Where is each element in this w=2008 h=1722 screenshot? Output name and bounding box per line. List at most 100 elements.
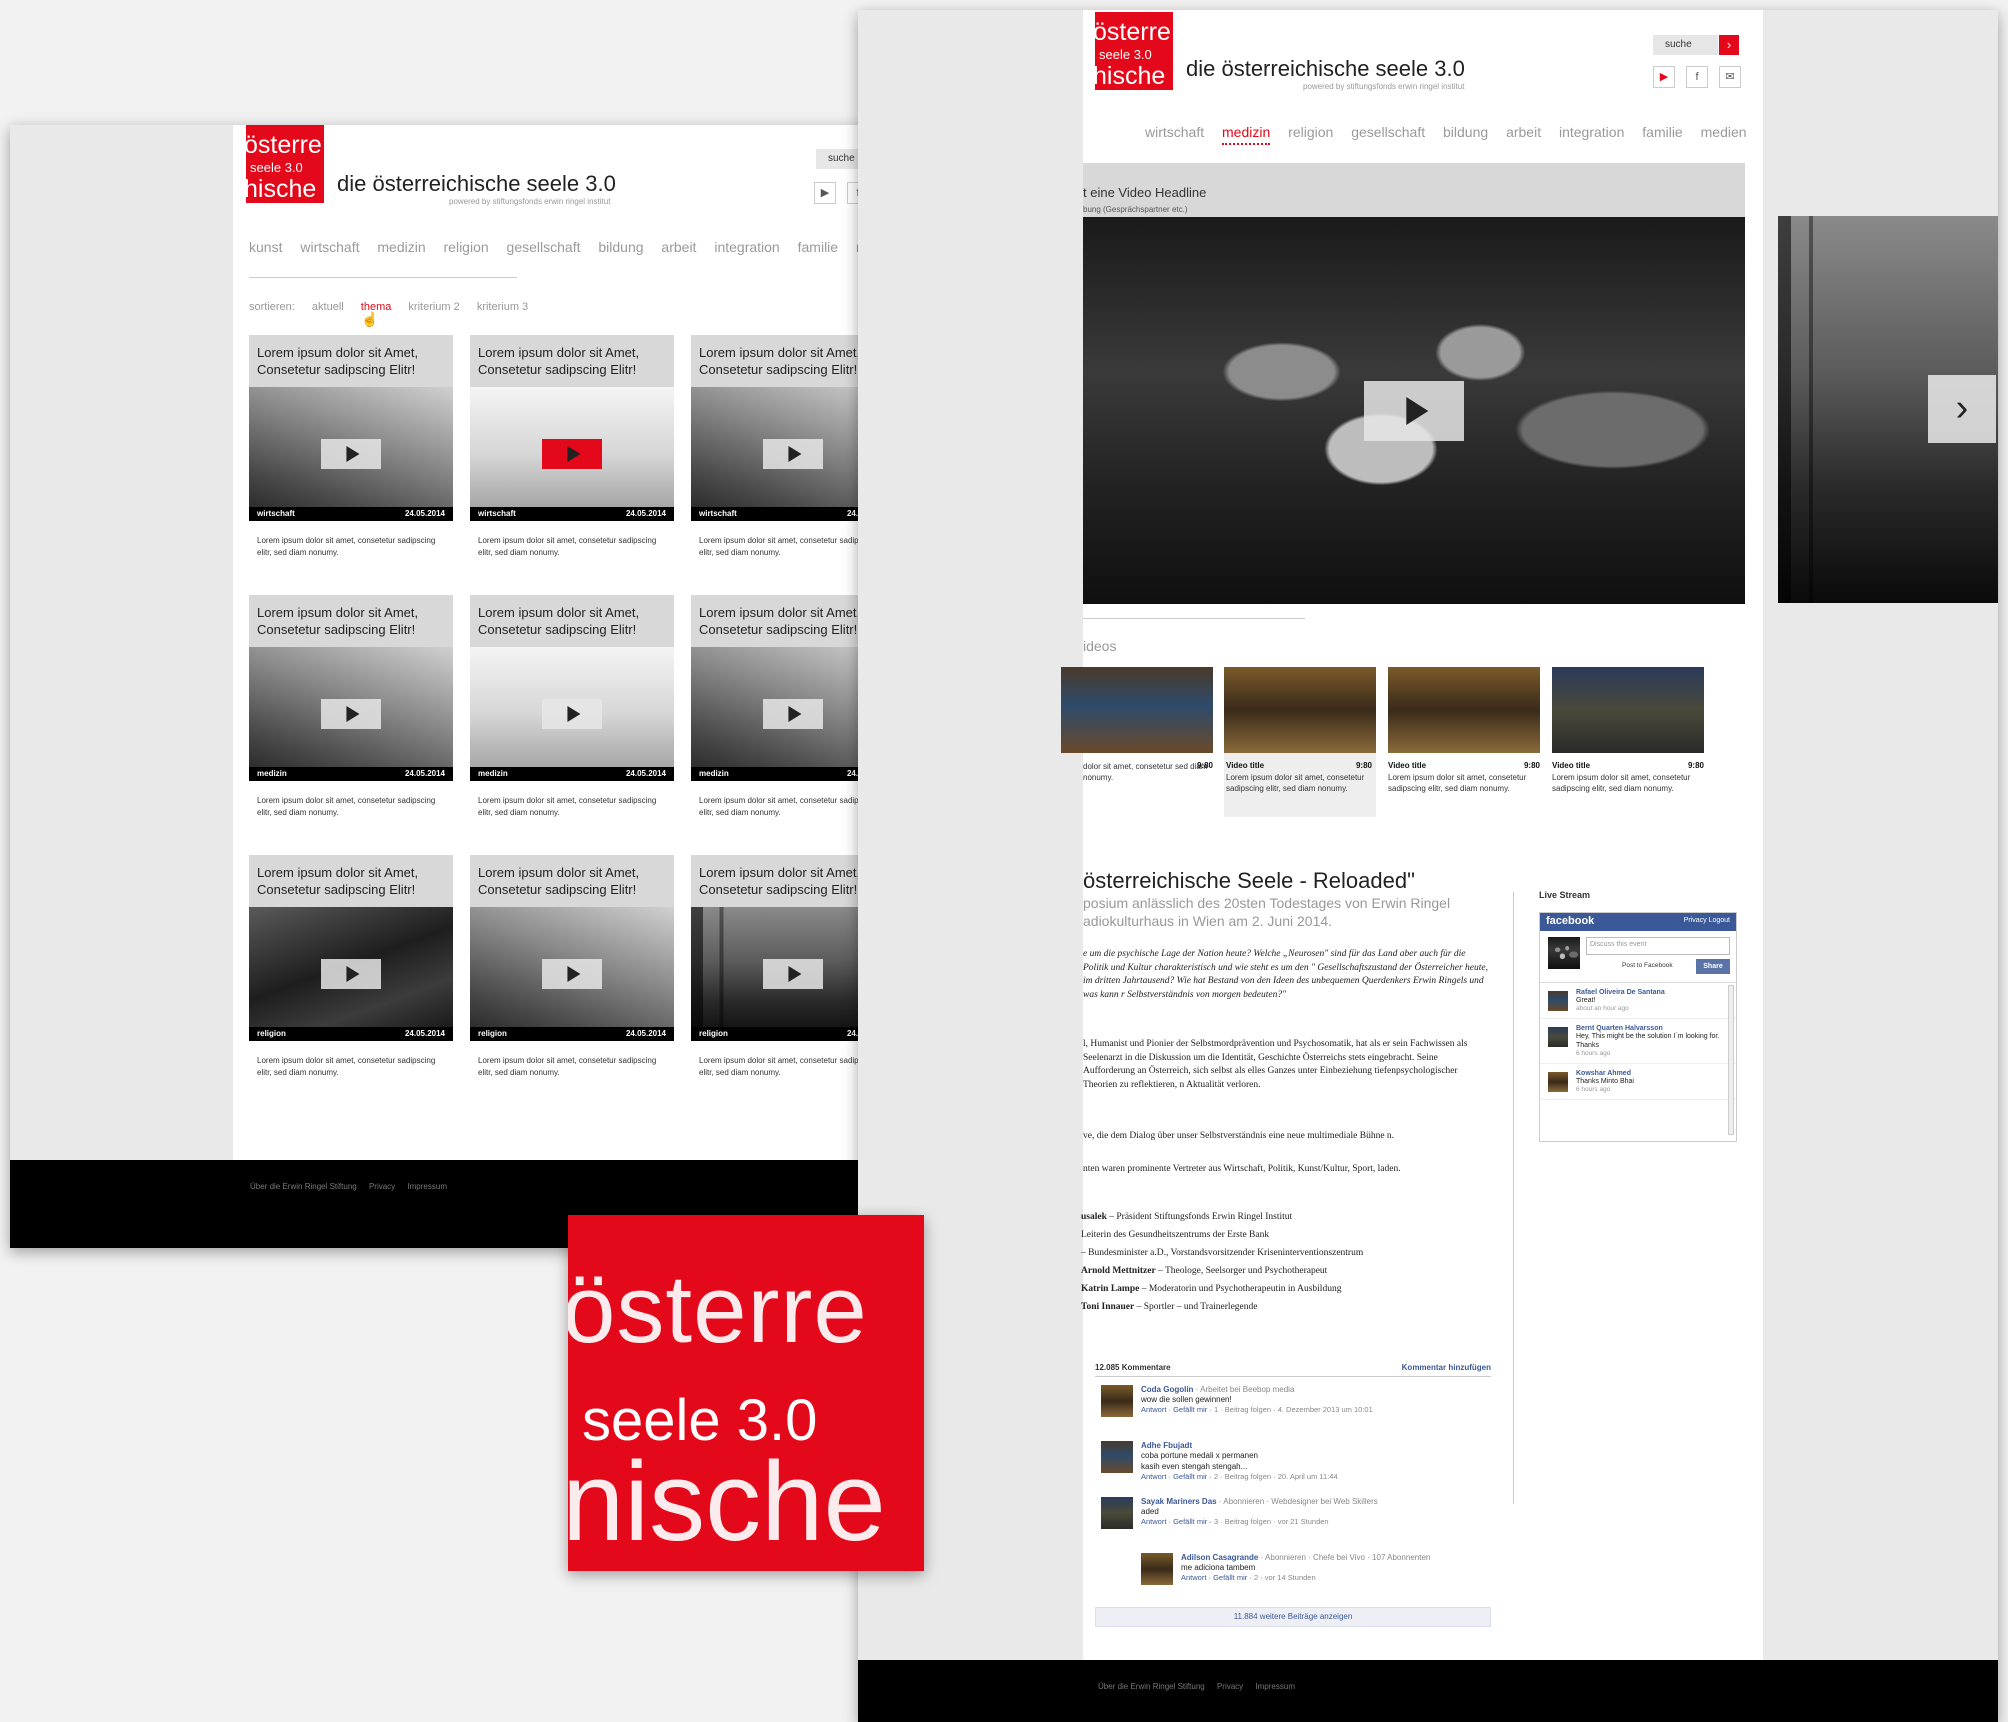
nav-item-bildung[interactable]: bildung — [1443, 124, 1488, 140]
search-button[interactable]: › — [1719, 35, 1739, 55]
post-to-facebook-checkbox[interactable]: Post to Facebook — [1622, 962, 1673, 969]
card-category: medizin — [478, 769, 508, 778]
comment-author[interactable]: Coda Gogolin — [1141, 1385, 1193, 1394]
avatar[interactable] — [1101, 1385, 1133, 1417]
nav-item-familie[interactable]: familie — [798, 239, 838, 255]
mail-icon[interactable]: ✉ — [1719, 66, 1741, 88]
play-icon[interactable] — [542, 959, 602, 989]
related-video-thumb[interactable]: Video title 9:80 Lorem ipsum dolor sit am… — [1552, 667, 1704, 794]
nav-item-bildung[interactable]: bildung — [598, 239, 643, 255]
nav-item-medizin[interactable]: medizin — [1222, 124, 1271, 145]
play-icon[interactable] — [321, 959, 381, 989]
play-icon[interactable] — [542, 439, 602, 469]
footer: Über die Erwin Ringel Stiftung Privacy I… — [858, 1660, 1998, 1722]
comment-actions[interactable]: Antwort · Gefällt mir · — [1141, 1472, 1214, 1481]
nav-item-religion[interactable]: religion — [1288, 124, 1333, 140]
card-meta: wirtschaft 24.05.2014 — [249, 507, 453, 521]
avatar[interactable] — [1101, 1497, 1133, 1529]
sort-kriterium-3[interactable]: kriterium 3 — [477, 301, 528, 313]
nav-item-integration[interactable]: integration — [714, 239, 779, 255]
sort-kriterium-2[interactable]: kriterium 2 — [408, 301, 459, 313]
nav-item-gesellschaft[interactable]: gesellschaft — [1351, 124, 1425, 140]
comment-reply: Adilson Casagrande · Abonnieren · Chefe … — [1135, 1553, 1491, 1601]
slider-next-arrow-icon[interactable]: › — [1928, 375, 1996, 443]
participant: Arnold Mettnitzer – Theologe, Seelsorger… — [1081, 1262, 1486, 1280]
nav-item-integration[interactable]: integration — [1559, 124, 1624, 140]
fb-item-author[interactable]: Rafael Oliveira De Santana — [1576, 989, 1728, 996]
site-logo[interactable]: österre seele 3.0 hische — [246, 125, 324, 203]
video-card[interactable]: Lorem ipsum dolor sit Amet, Consetetur s… — [249, 855, 453, 1079]
scrollbar[interactable] — [1728, 985, 1734, 1135]
footer-link-privacy[interactable]: Privacy — [369, 1182, 395, 1191]
play-icon[interactable] — [763, 439, 823, 469]
facebook-icon[interactable]: f — [1686, 66, 1708, 88]
comment-item: Adhe Fbujadt coba portune medali x perma… — [1095, 1441, 1491, 1489]
sort-aktuell[interactable]: aktuell — [312, 301, 344, 313]
add-comment-link[interactable]: Kommentar hinzufügen — [1402, 1363, 1491, 1372]
comment-body: coba portune medali x permanen kasih eve… — [1141, 1451, 1258, 1471]
nav-item-wirtschaft[interactable]: wirtschaft — [1145, 124, 1204, 140]
card-image — [249, 647, 453, 781]
facebook-share-button[interactable]: Share — [1696, 959, 1730, 974]
footer-link-impressum[interactable]: Impressum — [1255, 1682, 1295, 1691]
nav-item-arbeit[interactable]: arbeit — [1506, 124, 1541, 140]
video-card[interactable]: Lorem ipsum dolor sit Amet, Consetetur s… — [470, 335, 674, 559]
play-icon[interactable] — [321, 699, 381, 729]
related-video-thumb[interactable]: Video title 9:80 Lorem ipsum dolor sit am… — [1388, 667, 1540, 794]
footer-link-privacy[interactable]: Privacy — [1217, 1682, 1243, 1691]
main-video[interactable] — [1083, 217, 1745, 604]
avatar[interactable] — [1141, 1553, 1173, 1585]
facebook-links[interactable]: Privacy Logout — [1684, 917, 1730, 924]
footer-links: Über die Erwin Ringel Stiftung Privacy I… — [250, 1182, 457, 1191]
facebook-comment-input[interactable]: Discuss this event — [1586, 937, 1730, 955]
facebook-item: Bernt Quarten Halvarsson Hey, This might… — [1540, 1019, 1736, 1064]
play-icon[interactable] — [763, 959, 823, 989]
comment-actions[interactable]: Antwort · Gefällt mir · — [1141, 1405, 1214, 1414]
footer-link-about[interactable]: Über die Erwin Ringel Stiftung — [1098, 1682, 1205, 1691]
comment-author[interactable]: Adhe Fbujadt — [1141, 1441, 1192, 1450]
related-video-thumb[interactable]: 9:80 dolor sit amet, consetetur sed diam… — [1061, 667, 1213, 783]
nav-item-gesellschaft[interactable]: gesellschaft — [507, 239, 581, 255]
nav-item-religion[interactable]: religion — [444, 239, 489, 255]
thumb-desc: Lorem ipsum dolor sit amet, consetetur s… — [1552, 773, 1691, 793]
nav-item-medizin[interactable]: medizin — [377, 239, 425, 255]
footer-link-impressum[interactable]: Impressum — [407, 1182, 447, 1191]
search-input[interactable]: suche — [1653, 35, 1718, 55]
participant: Toni Innauer – Sportler – und Trainerleg… — [1081, 1298, 1486, 1316]
play-icon[interactable] — [763, 699, 823, 729]
nav-item-familie[interactable]: familie — [1642, 124, 1682, 140]
article-sub-line2: adiokulturhaus in Wien am 2. Juni 2014. — [1083, 913, 1333, 929]
video-card[interactable]: Lorem ipsum dolor sit Amet, Consetetur s… — [249, 595, 453, 819]
comment-author[interactable]: Sayak Mariners Das — [1141, 1497, 1217, 1506]
fb-item-author[interactable]: Kowshar Ahmed — [1576, 1070, 1728, 1077]
youtube-icon[interactable]: ▶ — [1653, 66, 1675, 88]
nav-item-wirtschaft[interactable]: wirtschaft — [300, 239, 359, 255]
play-icon[interactable] — [321, 439, 381, 469]
card-category: religion — [699, 1029, 728, 1038]
play-icon[interactable] — [542, 699, 602, 729]
facebook-item: Rafael Oliveira De Santana Great! about … — [1540, 983, 1736, 1019]
nav-item-medien[interactable]: medien — [1701, 124, 1747, 140]
thumb-title: Video title — [1552, 761, 1591, 770]
video-card[interactable]: Lorem ipsum dolor sit Amet, Consetetur s… — [470, 855, 674, 1079]
avatar[interactable] — [1101, 1441, 1133, 1473]
video-card[interactable]: Lorem ipsum dolor sit Amet, Consetetur s… — [249, 335, 453, 559]
comment-actions[interactable]: Antwort · Gefällt mir · — [1141, 1517, 1214, 1526]
comment-actions[interactable]: Antwort · Gefällt mir · — [1181, 1573, 1254, 1582]
video-card[interactable]: Lorem ipsum dolor sit Amet, Consetetur s… — [470, 595, 674, 819]
big-logo-line3: nische — [568, 1439, 886, 1564]
footer-link-about[interactable]: Über die Erwin Ringel Stiftung — [250, 1182, 357, 1191]
show-more-comments-button[interactable]: 11.884 weitere Beiträge anzeigen — [1095, 1607, 1491, 1627]
thumb-duration: 9:80 — [1355, 761, 1372, 770]
youtube-icon[interactable]: ▶ — [814, 182, 836, 204]
comment-author[interactable]: Adilson Casagrande — [1181, 1553, 1258, 1562]
nav-item-kunst[interactable]: kunst — [249, 239, 282, 255]
comments-section: 12.085 Kommentare Kommentar hinzufügen C… — [1095, 1363, 1491, 1627]
article-quote: e um die psychische Lage der Nation heut… — [1083, 948, 1488, 1002]
play-icon[interactable] — [1364, 380, 1464, 441]
nav-item-arbeit[interactable]: arbeit — [661, 239, 696, 255]
related-video-thumb[interactable]: Video title 9:80 Lorem ipsum dolor sit am… — [1224, 667, 1376, 817]
fb-item-author[interactable]: Bernt Quarten Halvarsson — [1576, 1025, 1728, 1032]
facebook-widget: facebook Privacy Logout Discuss this eve… — [1539, 912, 1737, 1142]
site-logo[interactable]: österre seele 3.0 hische — [1095, 12, 1173, 90]
